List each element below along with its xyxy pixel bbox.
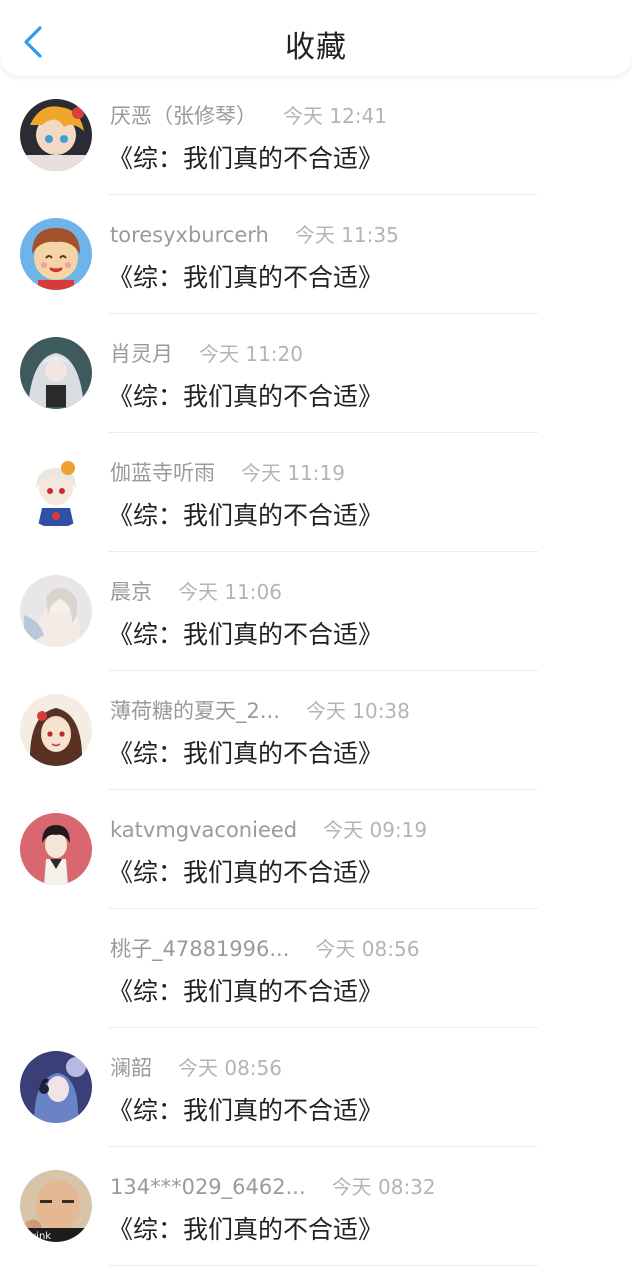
user-name: 薄荷糖的夏天_2... <box>110 699 280 723</box>
timestamp: 今天 11:06 <box>178 580 282 604</box>
message-text: 《综：我们真的不合适》 <box>108 1215 384 1244</box>
user-name: 伽蓝寺听雨 <box>110 461 215 485</box>
list-item[interactable]: 伽蓝寺听雨 今天 11:19 《综：我们真的不合适》 <box>0 433 632 552</box>
timestamp: 今天 08:32 <box>331 1175 436 1199</box>
list-item[interactable]: 晨京 今天 11:06 《综：我们真的不合适》 <box>0 552 632 671</box>
list-item[interactable]: 桃子_47881996... 今天 08:56 《综：我们真的不合适》 <box>0 909 632 1028</box>
user-name: 桃子_47881996... <box>110 937 290 961</box>
avatar[interactable] <box>20 337 92 409</box>
message-text: 《综：我们真的不合适》 <box>108 501 384 530</box>
avatar[interactable] <box>20 218 92 290</box>
list-item[interactable]: toresyxburcerh 今天 11:35 《综：我们真的不合适》 <box>0 195 632 314</box>
avatar[interactable] <box>20 456 92 528</box>
timestamp: 今天 11:35 <box>294 223 399 247</box>
favorites-list: 厌恶（张修琴） 今天 12:41 《综：我们真的不合适》 toresyxburce… <box>0 76 632 1266</box>
avatar[interactable] <box>20 575 92 647</box>
divider <box>108 1265 538 1266</box>
user-name: 厌恶（张修琴） <box>110 104 257 128</box>
item-header: 桃子_47881996... 今天 08:56 <box>110 933 419 963</box>
message-text: 《综：我们真的不合适》 <box>108 977 384 1006</box>
avatar[interactable] <box>20 99 92 171</box>
list-item[interactable]: 薄荷糖的夏天_2... 今天 10:38 《综：我们真的不合适》 <box>0 671 632 790</box>
message-text: 《综：我们真的不合适》 <box>108 144 384 173</box>
avatar[interactable] <box>20 813 92 885</box>
item-header: 厌恶（张修琴） 今天 12:41 <box>110 100 387 130</box>
top-bar: 收藏 <box>0 0 632 76</box>
avatar[interactable] <box>20 1051 92 1123</box>
list-item[interactable]: katvmgvaconieed 今天 09:19 《综：我们真的不合适》 <box>0 790 632 909</box>
item-header: 肖灵月 今天 11:20 <box>110 338 303 368</box>
message-text: 《综：我们真的不合适》 <box>108 739 384 768</box>
user-name: 134***029_6462... <box>110 1175 306 1199</box>
list-item[interactable]: 肖灵月 今天 11:20 《综：我们真的不合适》 <box>0 314 632 433</box>
list-item[interactable]: wink 134***029_6462... 今天 08:32 《综：我们真的不合… <box>0 1147 632 1266</box>
item-header: toresyxburcerh 今天 11:35 <box>110 219 399 248</box>
page-title: 收藏 <box>285 30 347 65</box>
user-name: toresyxburcerh <box>110 223 269 247</box>
avatar-caption: wink <box>28 1231 51 1242</box>
message-text: 《综：我们真的不合适》 <box>108 382 384 411</box>
timestamp: 今天 10:38 <box>305 699 410 723</box>
list-item[interactable]: 澜韶 今天 08:56 《综：我们真的不合适》 <box>0 1028 632 1147</box>
message-text: 《综：我们真的不合适》 <box>108 620 384 649</box>
message-text: 《综：我们真的不合适》 <box>108 1096 384 1125</box>
timestamp: 今天 11:19 <box>241 461 345 485</box>
list-item[interactable]: 厌恶（张修琴） 今天 12:41 《综：我们真的不合适》 <box>0 76 632 195</box>
item-header: 134***029_6462... 今天 08:32 <box>110 1171 436 1200</box>
timestamp: 今天 11:20 <box>199 342 303 366</box>
timestamp: 今天 12:41 <box>283 104 387 128</box>
user-name: 肖灵月 <box>110 342 173 366</box>
timestamp: 今天 08:56 <box>178 1056 282 1080</box>
avatar[interactable] <box>20 694 92 766</box>
user-name: katvmgvaconieed <box>110 818 298 842</box>
item-header: 澜韶 今天 08:56 <box>110 1052 282 1082</box>
user-name: 晨京 <box>110 580 152 604</box>
item-header: katvmgvaconieed 今天 09:19 <box>110 814 427 843</box>
item-header: 薄荷糖的夏天_2... 今天 10:38 <box>110 695 410 725</box>
message-text: 《综：我们真的不合适》 <box>108 263 384 292</box>
timestamp: 今天 09:19 <box>323 818 428 842</box>
message-text: 《综：我们真的不合适》 <box>108 858 384 887</box>
user-name: 澜韶 <box>110 1056 152 1080</box>
item-header: 晨京 今天 11:06 <box>110 576 282 606</box>
item-header: 伽蓝寺听雨 今天 11:19 <box>110 457 345 487</box>
avatar[interactable]: wink <box>20 1170 92 1242</box>
timestamp: 今天 08:56 <box>315 937 420 961</box>
